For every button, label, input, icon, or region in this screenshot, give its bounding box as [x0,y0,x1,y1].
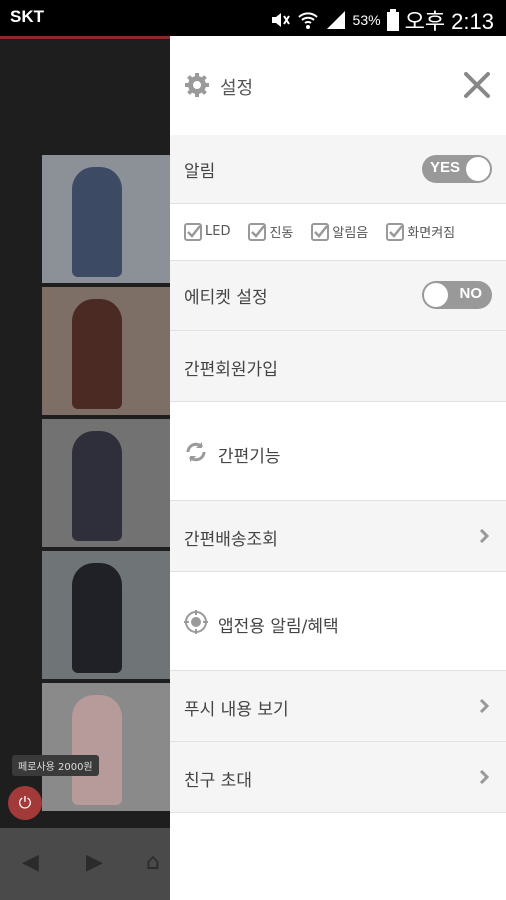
etiquette-toggle[interactable]: NO [422,281,492,309]
carrier-label: SKT [10,7,44,26]
toggle-yes-text: YES [430,159,461,176]
refresh-icon [186,442,206,462]
chevron-right-icon [479,699,490,713]
status-bar: SKT 53% 오후 2:13 [0,0,506,36]
app-exclusive-section: 앱전용 알림/혜택 [170,572,506,671]
drawer-header: 설정 [170,36,506,135]
checkbox-checked-icon [248,222,267,241]
checkbox-checked-icon [184,222,202,241]
product-thumbnail[interactable] [42,155,170,283]
wifi-icon [297,12,318,29]
close-icon[interactable] [462,70,492,100]
etiquette-label: 에티켓 설정 [184,288,268,308]
header-accent-line [0,36,170,39]
chevron-right-icon [479,529,490,543]
bottom-nav-bar: ◀ ▶ ⌂ [0,828,170,900]
app-exclusive-label: 앱전용 알림/혜택 [218,617,339,637]
power-icon[interactable]: ⏻ [8,786,42,820]
sound-label: 알림음 [332,226,369,241]
invite-friend-row[interactable]: 친구 초대 [170,742,506,813]
product-thumbnail-list [42,155,170,815]
toggle-knob [466,157,490,181]
chevron-right-icon [479,770,490,784]
led-label: LED [205,224,231,239]
invite-friend-label: 친구 초대 [184,771,252,791]
checkbox-checked-icon [311,222,330,241]
quick-delivery-label: 간편배송조회 [184,530,278,550]
product-thumbnail[interactable] [42,287,170,415]
quick-functions-section: 간편기능 [170,402,506,501]
notification-toggle[interactable]: YES [422,155,492,183]
product-thumbnail[interactable] [42,419,170,547]
target-icon [184,610,208,634]
vibrate-checkbox[interactable]: 진동 [248,222,293,241]
screen-on-label: 화면켜짐 [407,226,456,241]
product-thumbnail[interactable] [42,683,170,811]
etiquette-row: 에티켓 설정 NO [170,261,506,331]
battery-percent: 53% [352,12,381,28]
toggle-no-text: NO [459,285,483,302]
led-checkbox[interactable]: LED [184,222,230,241]
quick-functions-label: 간편기능 [218,447,281,467]
signal-icon [326,11,345,29]
sound-checkbox[interactable]: 알림음 [311,222,368,241]
notification-label: 알림 [184,162,216,182]
coupon-badge[interactable]: 페로사용 2000원 [12,755,99,776]
quick-delivery-row[interactable]: 간편배송조회 [170,501,506,572]
forward-arrow-icon[interactable]: ▶ [86,850,103,875]
gear-icon [185,73,209,97]
notification-row: 알림 YES [170,135,506,204]
push-view-label: 푸시 내용 보기 [184,700,289,720]
drawer-title: 설정 [220,78,254,99]
settings-drawer: 설정 알림 YES LED 진동 알림음 화면켜짐 에티켓 설정 NO 간편회원… [170,36,506,900]
home-icon[interactable]: ⌂ [146,850,160,875]
mute-icon [271,13,290,27]
screen-on-checkbox[interactable]: 화면켜짐 [386,222,455,241]
battery-icon [386,9,399,31]
notification-options-row: LED 진동 알림음 화면켜짐 [170,204,506,261]
product-thumbnail[interactable] [42,551,170,679]
vibrate-label: 진동 [269,226,294,241]
clock: 오후 2:13 [404,9,494,34]
checkbox-checked-icon [386,222,405,241]
push-view-row[interactable]: 푸시 내용 보기 [170,671,506,742]
back-arrow-icon[interactable]: ◀ [22,850,39,875]
quick-signup-row[interactable]: 간편회원가입 [170,331,506,402]
toggle-knob [424,283,448,307]
quick-signup-label: 간편회원가입 [184,360,278,380]
